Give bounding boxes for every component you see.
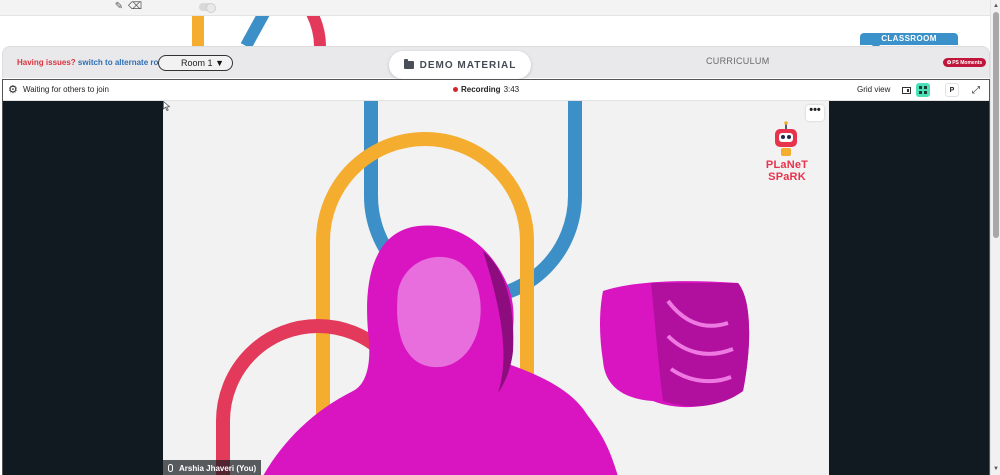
mouse-cursor-icon — [163, 101, 171, 111]
folder-icon — [403, 59, 414, 69]
room-select[interactable]: Room 1 ▼ — [158, 55, 233, 71]
tab-curriculum[interactable]: CURRICULUM — [706, 56, 770, 66]
participant-video: ••• PLaNeT SPaRK Arshia Jhaveri (You) — [163, 101, 829, 475]
scroll-up-arrow-icon[interactable]: ▲ — [992, 1, 1000, 11]
recording-time: 3:43 — [503, 85, 520, 94]
classroom-page: ✎ ⌫ CLASSROOM Having issues? switch to a… — [0, 0, 1000, 475]
gear-icon[interactable]: ⚙ — [8, 84, 18, 96]
ps-moments-badge[interactable]: ✪ PS Moments — [943, 58, 987, 67]
recording-dot-icon — [453, 87, 458, 92]
toggle-switch[interactable] — [199, 3, 216, 13]
recording-indicator: Recording 3:43 — [453, 85, 519, 94]
page-scrollbar[interactable]: ▲ ▼ — [990, 0, 1000, 475]
issues-notice: Having issues? switch to alternate room — [17, 58, 170, 67]
star-icon: ✪ — [947, 59, 952, 66]
drawing-tools-strip: ✎ ⌫ — [0, 0, 990, 16]
classroom-header: Having issues? switch to alternate room … — [2, 46, 990, 79]
sidebar-layout-icon — [901, 86, 911, 94]
more-options-button[interactable]: ••• — [806, 105, 824, 121]
ps-moments-label: PS Moments — [952, 59, 983, 66]
tab-classroom[interactable]: CLASSROOM — [860, 33, 958, 50]
expand-icon[interactable]: ⤢ — [969, 83, 983, 97]
grid-layout-icon — [919, 86, 927, 94]
scroll-down-arrow-icon[interactable]: ▼ — [992, 464, 1000, 474]
call-toolbar: ⚙ Waiting for others to join Recording 3… — [3, 80, 989, 101]
background-decoration — [180, 16, 340, 46]
alternate-room-link[interactable]: switch to alternate room — [78, 58, 170, 67]
video-background-art — [216, 101, 750, 475]
pencil-icon[interactable]: ✎ — [113, 1, 125, 13]
room-select-value: Room 1 — [181, 58, 213, 68]
caret-down-icon: ▼ — [215, 58, 224, 68]
participant-name-tag: Arshia Jhaveri (You) — [163, 460, 262, 475]
video-area: ••• PLaNeT SPaRK Arshia Jhaveri (You) — [3, 101, 989, 475]
view-mode-label: Grid view — [857, 85, 891, 94]
demo-material-label: DEMO MATERIAL — [419, 59, 517, 71]
p-button[interactable]: P — [945, 83, 959, 97]
eraser-icon[interactable]: ⌫ — [128, 1, 142, 13]
brand-line-2: SPaRK — [768, 171, 806, 183]
participant-name: Arshia Jhaveri (You) — [179, 463, 257, 473]
sidebar-view-button[interactable] — [899, 83, 913, 97]
video-call-panel: ⚙ Waiting for others to join Recording 3… — [2, 79, 990, 475]
grid-view-button[interactable] — [916, 83, 930, 97]
brand-line-1: PLaNeT — [765, 159, 809, 171]
waiting-status: Waiting for others to join — [23, 85, 109, 94]
planet-spark-wordmark: PLaNeT SPaRK — [761, 159, 813, 183]
issues-text: Having issues? — [17, 58, 76, 67]
scrollbar-thumb[interactable] — [993, 12, 999, 238]
microphone-icon — [168, 464, 173, 472]
tab-demo-material[interactable]: DEMO MATERIAL — [389, 51, 531, 79]
recording-label: Recording — [461, 85, 501, 94]
